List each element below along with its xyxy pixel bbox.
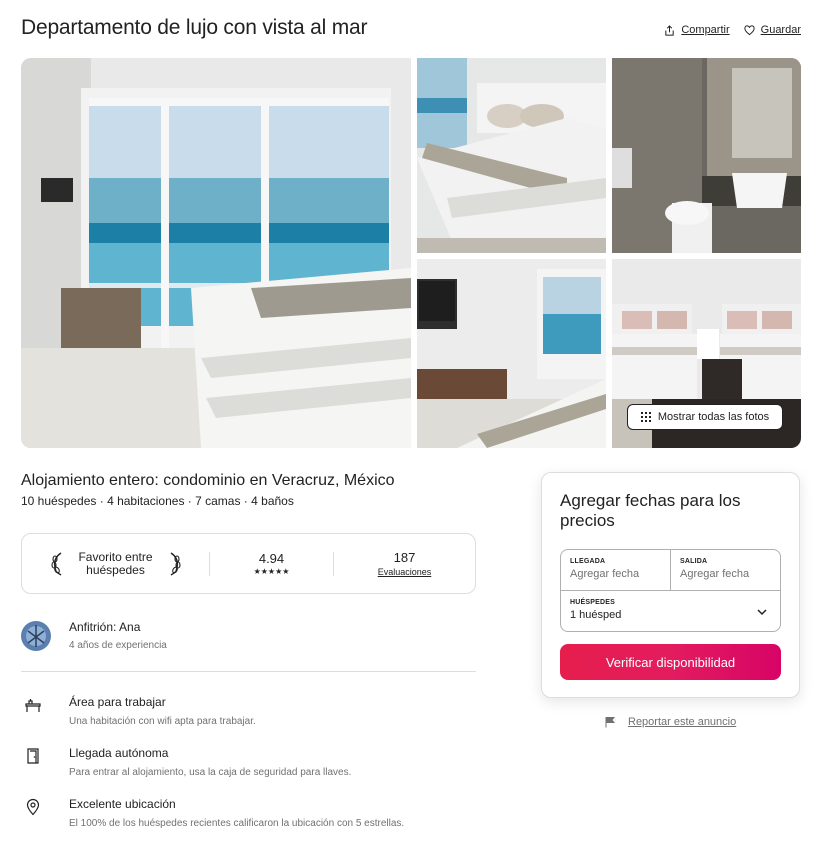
guests-select[interactable]: HUÉSPEDES 1 huésped <box>561 591 780 632</box>
guest-favorite-label: Favorito entre huéspedes <box>78 549 153 577</box>
host-name: Anfitrión: Ana <box>69 620 141 634</box>
laurel-right-icon <box>170 551 181 576</box>
report-label[interactable]: Reportar este anuncio <box>628 716 736 728</box>
door-icon <box>27 748 39 764</box>
guests-label: HUÉSPEDES <box>570 599 615 606</box>
checkout-label: SALIDA <box>680 558 708 565</box>
page-title: Departamento de lujo con vista al mar <box>21 16 368 39</box>
grid-icon <box>640 412 651 422</box>
checkout-placeholder: Agregar fecha <box>680 568 750 580</box>
guests-value: 1 huésped <box>570 609 622 621</box>
share-label: Compartir <box>681 24 730 36</box>
show-all-photos-button[interactable]: Mostrar todas las fotos <box>627 404 783 430</box>
guest-favorite-badge: Favorito entre huéspedes <box>22 549 209 577</box>
feature-description: El 100% de los huéspedes recientes calif… <box>69 818 405 829</box>
feature-workspace: Área para trabajar Una habitación con wi… <box>21 695 256 727</box>
location-pin-icon <box>26 798 40 816</box>
show-all-label: Mostrar todas las fotos <box>657 411 770 423</box>
desk-icon <box>25 699 41 712</box>
laurel-left-icon <box>50 551 61 576</box>
checkout-field[interactable]: SALIDA Agregar fecha <box>670 550 780 590</box>
photo-gallery: Mostrar todas las fotos <box>21 58 801 448</box>
rating-stars: ★★★★★ <box>253 567 290 576</box>
feature-title: Excelente ubicación <box>69 797 176 811</box>
reviews-count: 187 <box>393 550 416 565</box>
share-button[interactable]: Compartir <box>664 24 730 36</box>
photo-bedroom[interactable] <box>417 58 606 253</box>
feature-location: Excelente ubicación El 100% de los huésp… <box>21 797 404 829</box>
avatar[interactable] <box>21 620 51 651</box>
photo-bathroom[interactable] <box>612 58 801 253</box>
feature-description: Para entrar al alojamiento, usa la caja … <box>69 767 352 778</box>
listing-stats: 10 huéspedes · 4 habitaciones · 7 camas … <box>21 494 294 508</box>
host-section[interactable]: Anfitrión: Ana 4 años de experiencia <box>21 620 167 651</box>
rating-block: 4.94 ★★★★★ <box>210 551 333 576</box>
share-icon <box>665 24 675 36</box>
checkin-placeholder: Agregar fecha <box>570 568 640 580</box>
chevron-down-icon <box>757 609 767 616</box>
flag-icon <box>605 717 616 728</box>
save-button[interactable]: Guardar <box>744 24 801 36</box>
reviews-block[interactable]: 187 Evaluaciones <box>334 550 475 577</box>
section-divider <box>21 671 476 672</box>
booking-date-picker: LLEGADA Agregar fecha SALIDA Agregar fec… <box>560 549 781 632</box>
feature-title: Llegada autónoma <box>69 746 169 760</box>
photo-bedroom-tv[interactable] <box>417 259 606 448</box>
header-actions: Compartir Guardar <box>664 24 801 36</box>
booking-card: Agregar fechas para los precios LLEGADA … <box>541 472 800 698</box>
checkin-field[interactable]: LLEGADA Agregar fecha <box>561 550 670 590</box>
listing-subtitle: Alojamiento entero: condominio en Veracr… <box>21 472 395 489</box>
guest-favorite-card: Favorito entre huéspedes 4.94 ★★★★★ 187 … <box>21 533 476 594</box>
save-label: Guardar <box>760 24 801 36</box>
photo-main[interactable] <box>21 58 411 448</box>
checkin-label: LLEGADA <box>570 558 606 565</box>
reviews-link[interactable]: Evaluaciones <box>334 567 475 577</box>
feature-self-checkin: Llegada autónoma Para entrar al alojamie… <box>21 746 351 778</box>
feature-description: Una habitación con wifi apta para trabaj… <box>69 716 256 727</box>
report-listing[interactable]: Reportar este anuncio <box>604 716 736 728</box>
host-experience: 4 años de experiencia <box>69 640 167 651</box>
heart-icon <box>744 24 755 35</box>
check-availability-button[interactable]: Verificar disponibilidad <box>560 644 781 680</box>
feature-title: Área para trabajar <box>69 695 166 709</box>
rating-value: 4.94 <box>258 551 285 566</box>
booking-title: Agregar fechas para los precios <box>560 491 741 530</box>
